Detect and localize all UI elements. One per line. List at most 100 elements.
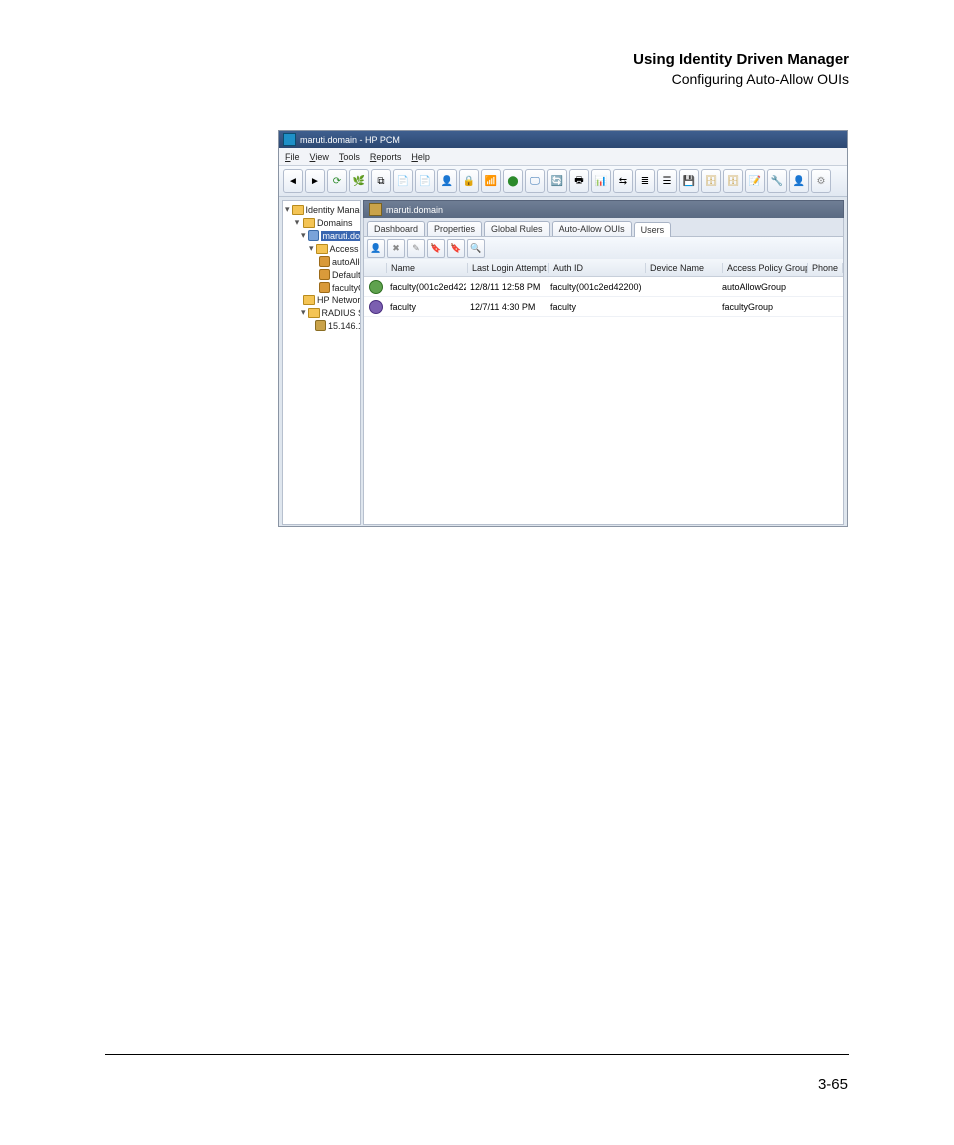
sync-icon[interactable]: 🔄 (547, 169, 567, 193)
network-icon[interactable]: ⬤ (503, 169, 523, 193)
tree-nac-label: HP Network Access Control (317, 295, 361, 305)
main-panel: maruti.domain Dashboard Properties Globa… (363, 200, 844, 525)
menu-tools[interactable]: Tools (339, 152, 360, 162)
users-toolbar: 👤 ✖ ✎ 🔖 🔖 🔍 (363, 237, 844, 259)
doc2-icon[interactable]: 📄 (415, 169, 435, 193)
tree-domains-label: Domains (317, 218, 353, 228)
list-icon[interactable]: ≣ (635, 169, 655, 193)
domain-icon (308, 230, 319, 241)
col-auth-id[interactable]: Auth ID (549, 263, 646, 273)
topo-icon[interactable]: ⇆ (613, 169, 633, 193)
find-user-icon[interactable]: 🔍 (467, 239, 485, 258)
tree-domains[interactable]: ▾ Domains (285, 216, 358, 229)
cell-name: faculty(001c2ed42200) (386, 282, 466, 292)
tree-apg-item[interactable]: facultyGroup (285, 281, 358, 294)
tree-icon[interactable]: 🌿 (349, 169, 369, 193)
add-user-icon[interactable]: 👤 (367, 239, 385, 258)
save-icon[interactable]: 💾 (679, 169, 699, 193)
delete-user-icon[interactable]: ✖ (387, 239, 405, 258)
display-icon[interactable]: 🖵 (525, 169, 545, 193)
tree-root[interactable]: ▾ Identity Management Home (285, 203, 358, 216)
tag2-icon[interactable]: 🔖 (447, 239, 465, 258)
tree-root-label: Identity Management Home (306, 205, 361, 215)
header-subtitle: Configuring Auto-Allow OUIs (633, 70, 849, 88)
folder-icon (316, 244, 328, 254)
col-last-login[interactable]: Last Login Attempt (468, 263, 549, 273)
db2-icon[interactable]: 🗄 (723, 169, 743, 193)
tab-users[interactable]: Users (634, 222, 672, 237)
person-icon[interactable]: 👤 (789, 169, 809, 193)
window-title: maruti.domain - HP PCM (300, 135, 400, 145)
breadcrumb-label: maruti.domain (386, 205, 443, 215)
user-status-icon (369, 300, 383, 314)
col-name[interactable]: Name (387, 263, 468, 273)
menu-help[interactable]: Help (411, 152, 430, 162)
edit-user-icon[interactable]: ✎ (407, 239, 425, 258)
footer-rule (105, 1054, 849, 1055)
menu-bar: File View Tools Reports Help (279, 148, 847, 166)
note-icon[interactable]: 📝 (745, 169, 765, 193)
doc-icon[interactable]: 📄 (393, 169, 413, 193)
user-status-icon (369, 280, 383, 294)
col-icon[interactable] (364, 263, 387, 273)
menu-view[interactable]: View (310, 152, 329, 162)
page-number: 3-65 (818, 1076, 848, 1093)
page-header: Using Identity Driven Manager Configurin… (633, 50, 849, 88)
refresh-icon[interactable]: ⟳ (327, 169, 347, 193)
tab-properties[interactable]: Properties (427, 221, 482, 236)
lock-icon[interactable]: 🔒 (459, 169, 479, 193)
print-icon[interactable]: 🖶 (569, 169, 589, 193)
tree-item-label: Default Access Policy Gro (332, 270, 361, 280)
folder-icon (308, 308, 320, 318)
user-icon (319, 269, 330, 280)
tab-strip: Dashboard Properties Global Rules Auto-A… (363, 218, 844, 237)
col-phone[interactable]: Phone (808, 263, 843, 273)
tree-apg-item[interactable]: autoAllowGroup (285, 255, 358, 268)
folder-icon (292, 205, 304, 215)
app-window: maruti.domain - HP PCM File View Tools R… (278, 130, 848, 527)
table-row[interactable]: faculty 12/7/11 4:30 PM faculty facultyG… (364, 297, 843, 317)
wrench-icon[interactable]: 🔧 (767, 169, 787, 193)
col-device-name[interactable]: Device Name (646, 263, 723, 273)
folder-icon (303, 218, 315, 228)
menu-file[interactable]: File (285, 152, 300, 162)
nav-tree[interactable]: ▾ Identity Management Home ▾ Domains ▾ m… (282, 200, 361, 525)
grid-header: Name Last Login Attempt Auth ID Device N… (364, 259, 843, 277)
header-title: Using Identity Driven Manager (633, 50, 849, 70)
cell-auth: faculty(001c2ed42200) (546, 282, 642, 292)
cell-login: 12/8/11 12:58 PM (466, 282, 546, 292)
props-icon[interactable]: ☰ (657, 169, 677, 193)
col-access-policy-group[interactable]: Access Policy Group (723, 263, 808, 273)
table-row[interactable]: faculty(001c2ed42200) 12/8/11 12:58 PM f… (364, 277, 843, 297)
tab-auto-allow-ouis[interactable]: Auto-Allow OUIs (552, 221, 632, 236)
users-grid: Name Last Login Attempt Auth ID Device N… (363, 259, 844, 525)
gear-icon[interactable]: ⚙ (811, 169, 831, 193)
db-icon[interactable]: 🗄 (701, 169, 721, 193)
tree-radius-item[interactable]: 15.146.194.185(15.146.1 (285, 319, 358, 332)
user-icon (319, 282, 330, 293)
menu-reports[interactable]: Reports (370, 152, 402, 162)
tree-domain-selected[interactable]: ▾ maruti.domain (285, 229, 358, 242)
user-icon[interactable]: 👤 (437, 169, 457, 193)
nav-forward-icon[interactable]: ► (305, 169, 325, 193)
tree-apg-item[interactable]: Default Access Policy Gro (285, 268, 358, 281)
wifi-icon[interactable]: 📶 (481, 169, 501, 193)
tree-nac[interactable]: HP Network Access Control (285, 294, 358, 306)
tree-radius[interactable]: ▾ RADIUS Servers (285, 306, 358, 319)
domain-icon (369, 203, 382, 216)
tree-apg[interactable]: ▾ Access Policy Groups (285, 242, 358, 255)
breadcrumb: maruti.domain (363, 200, 844, 218)
chart-icon[interactable]: 📊 (591, 169, 611, 193)
window-body: ▾ Identity Management Home ▾ Domains ▾ m… (279, 197, 847, 527)
tree-item-label: autoAllowGroup (332, 257, 361, 267)
tab-global-rules[interactable]: Global Rules (484, 221, 550, 236)
cell-name: faculty (386, 302, 466, 312)
cell-acp: facultyGroup (718, 302, 802, 312)
tab-dashboard[interactable]: Dashboard (367, 221, 425, 236)
tree-item-label: 15.146.194.185(15.146.1 (328, 321, 361, 331)
server-icon (315, 320, 326, 331)
tag-icon[interactable]: 🔖 (427, 239, 445, 258)
folder-icon (303, 295, 315, 305)
copy-icon[interactable]: ⧉ (371, 169, 391, 193)
nav-back-icon[interactable]: ◄ (283, 169, 303, 193)
